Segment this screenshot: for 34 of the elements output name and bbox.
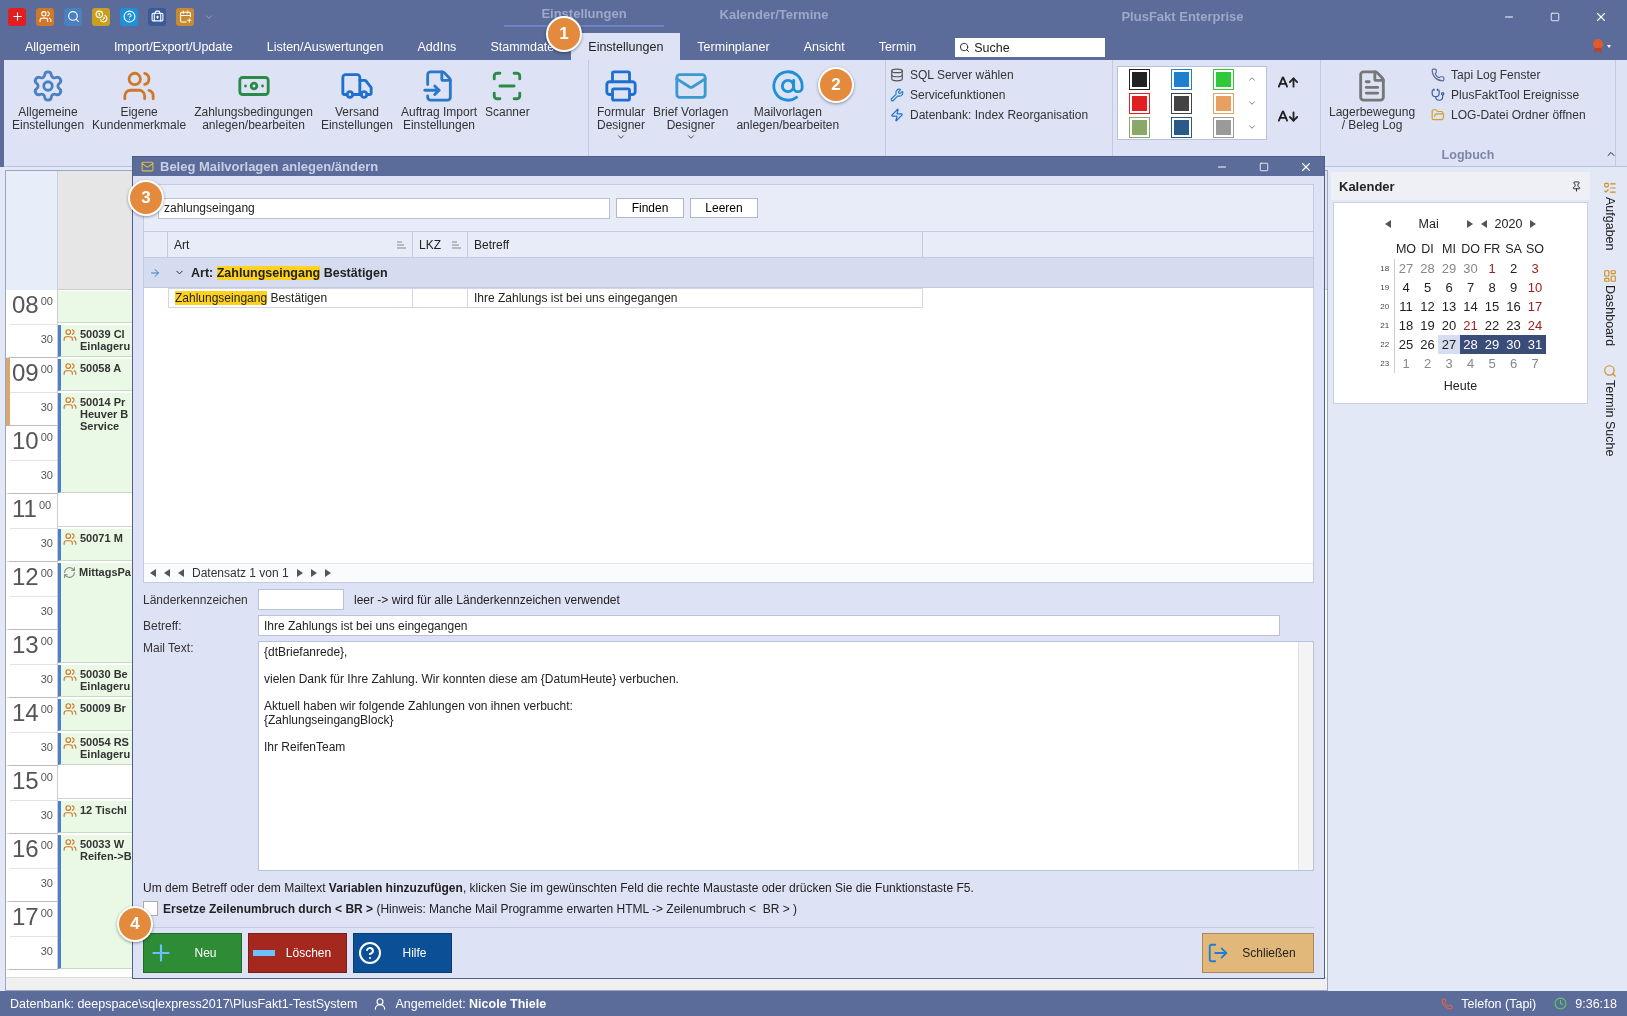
month-label: Mai [1417, 217, 1440, 231]
field-label: Betreff: [143, 618, 183, 633]
context-title: Kalender/Termine [718, 7, 830, 24]
week-number: 22 [1375, 335, 1396, 354]
record-count: Datensatz 1 von 1 [192, 566, 289, 580]
window-title: PlusFakt Enterprise [1120, 9, 1245, 24]
database-status: Datenbank: deepspace\sqlexpress2017\PlusFakt1-TestSystem [10, 996, 358, 1011]
user-status: Angemeldet: Nicole Thiele [395, 996, 547, 1011]
clock-time: 9:36:18 [1575, 996, 1617, 1011]
week-number: 20 [1375, 297, 1396, 316]
help-text: Um dem Betreff oder dem Mailtext Variablen hinzuzufügen, klicken Sie im gewünschten Feld die rechte Maustaste oder drücken Sie die Funktionstaste F5. [143, 881, 975, 895]
year-label: 2020 [1494, 217, 1523, 231]
field-label: Mail Text: [143, 641, 195, 655]
week-number: 18 [1375, 259, 1396, 278]
weekday-label: MI [1441, 241, 1457, 258]
weekday-label: SO [1524, 241, 1546, 258]
field-hint: leer -> wird für alle Länderkennzeichen verwendet [354, 592, 620, 607]
week-number: 21 [1375, 316, 1396, 335]
week-number: 23 [1375, 354, 1396, 373]
dialog-title: Beleg Mailvorlagen anlegen/ändern [160, 159, 380, 174]
table-cell: Ihre Zahlungs ist bei uns eingegangen [468, 288, 923, 308]
weekday-label: DI [1420, 241, 1435, 258]
weekday-label: DO [1460, 241, 1481, 258]
phone-status: Telefon (Tapi) [1461, 996, 1537, 1011]
weekday-label: SA [1504, 241, 1523, 258]
field-label: Länderkennzeichen [143, 592, 249, 607]
weekday-label: FR [1482, 241, 1502, 258]
checkbox-label: Ersetze Zeilenumbruch durch < BR > (Hinweis: Manche Mail Programme erwarten HTML -> Zeilenumbruch < BR > ) [163, 901, 798, 916]
week-number: 19 [1375, 278, 1396, 297]
panel-header: Kalender [1331, 172, 1590, 200]
group-caption: Logbuch [1440, 148, 1496, 164]
weekday-label: MO [1395, 241, 1417, 258]
table-cell: Zahlungseingang Bestätigen [168, 288, 413, 308]
group-row-label: Art: Zahlungseingang Bestätigen [191, 265, 388, 280]
